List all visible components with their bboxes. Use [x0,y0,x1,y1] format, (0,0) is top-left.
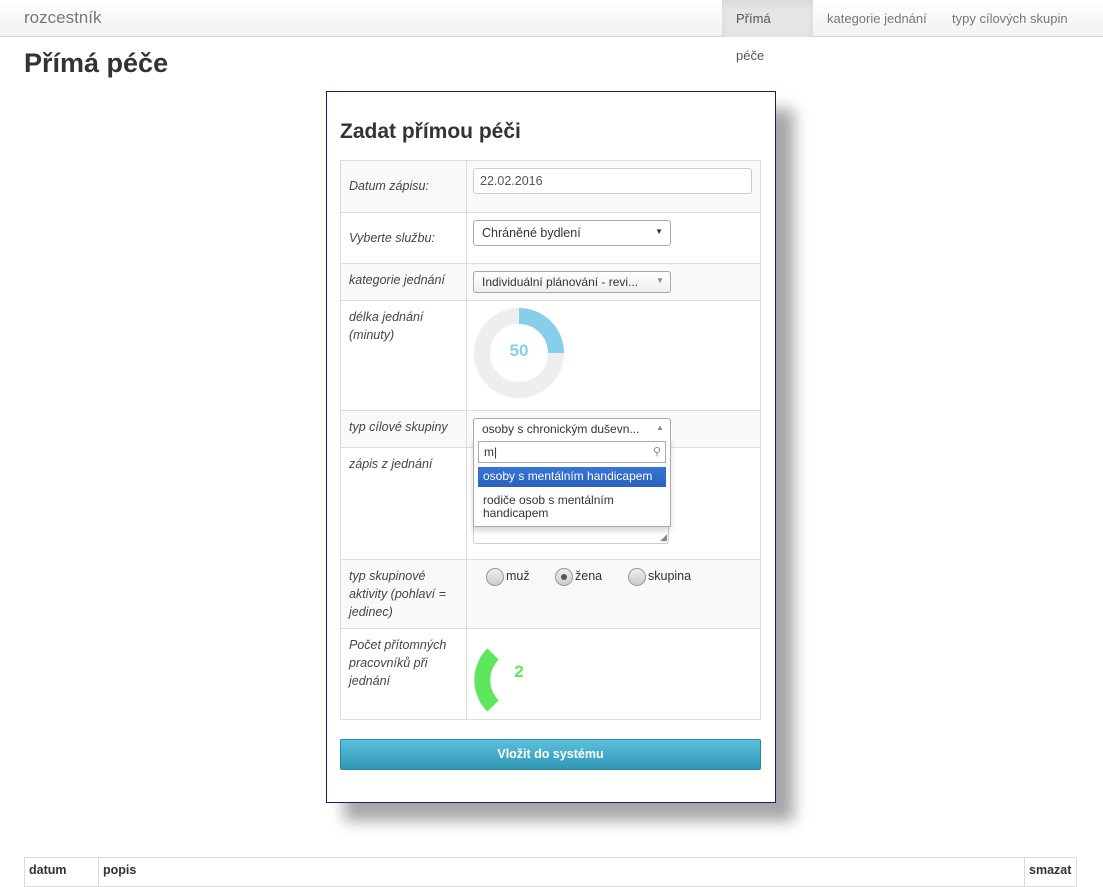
service-select-value: Chráněné bydlení [482,226,581,240]
category-select-value: Individuální plánování - revi... [482,275,639,289]
service-select[interactable]: Chráněné bydlení ▼ [473,220,671,246]
staff-value[interactable]: 2 [495,662,543,682]
nav-item-prima-pece[interactable]: Přímá péče [722,0,813,63]
target-group-search-input[interactable]: m| ⚲ [478,441,666,463]
caret-up-icon: ▲ [656,423,664,432]
radio-skupina-circle[interactable] [628,568,646,586]
staff-knob[interactable]: 2 [473,628,565,720]
search-icon: ⚲ [652,446,661,458]
form-title: Zadat přímou péči [340,120,521,143]
submit-button[interactable]: Vložit do systému [340,739,761,770]
staff-label: Počet přítomných pracovníků při jednání [349,638,447,688]
target-group-search-value: m [484,445,494,459]
radio-zena-circle[interactable] [555,568,573,586]
records-table-header: datum popis smazat [24,857,1077,887]
notes-label: zápis z jednání [349,457,433,471]
brand-link[interactable]: rozcestník [24,8,101,28]
radio-muz-label: muž [506,569,530,583]
page-title: Přímá péče [24,48,169,78]
row-date: Datum zápisu: [341,161,760,212]
row-activity: typ skupinové aktivity (pohlaví = jedine… [341,559,760,628]
caret-down-icon: ▼ [655,227,663,236]
activity-label: typ skupinové aktivity (pohlaví = jedine… [349,569,446,619]
column-header-popis: popis [103,863,137,877]
column-header-smazat: smazat [1029,863,1072,877]
row-staff: Počet přítomných pracovníků při jednání … [341,628,760,719]
duration-knob[interactable]: 50 [473,307,565,399]
resize-handle-icon[interactable]: ◢ [660,533,667,542]
nav-item-typy-cilovych-skupin[interactable]: typy cílových skupin [938,0,1082,37]
radio-zena-label: žena [575,569,603,583]
dropdown-option[interactable]: osoby s mentálním handicapem [478,467,666,487]
staff-knob-arc [474,648,500,712]
date-input[interactable] [473,168,752,194]
top-navbar: rozcestník Přímá péče kategorie jednání … [0,0,1103,63]
target-group-label: typ cílové skupiny [349,420,448,434]
radio-skupina-label: skupina [648,569,692,583]
row-category: kategorie jednání Individuální plánování… [341,263,760,300]
duration-label: délka jednání (minuty) [349,310,424,342]
dropdown-option[interactable]: rodiče osob s mentálním handicapem [478,492,666,522]
category-label: kategorie jednání [349,273,445,287]
category-select[interactable]: Individuální plánování - revi... ▼ [473,271,671,293]
target-group-dropdown: m| ⚲ osoby s mentálním handicapem rodiče… [473,437,671,527]
target-group-select-value: osoby s chronickým duševn... [482,422,640,436]
column-header-datum: datum [29,863,67,877]
service-label: Vyberte službu: [349,231,435,245]
row-service: Vyberte službu: Chráněné bydlení ▼ [341,212,760,263]
row-duration: délka jednání (minuty) 50 [341,300,760,410]
radio-muz-circle[interactable] [486,568,504,586]
caret-down-icon: ▼ [656,276,664,285]
duration-value[interactable]: 50 [495,341,543,361]
nav-item-kategorie-jednani[interactable]: kategorie jednání [813,0,941,37]
date-label: Datum zápisu: [349,179,429,193]
